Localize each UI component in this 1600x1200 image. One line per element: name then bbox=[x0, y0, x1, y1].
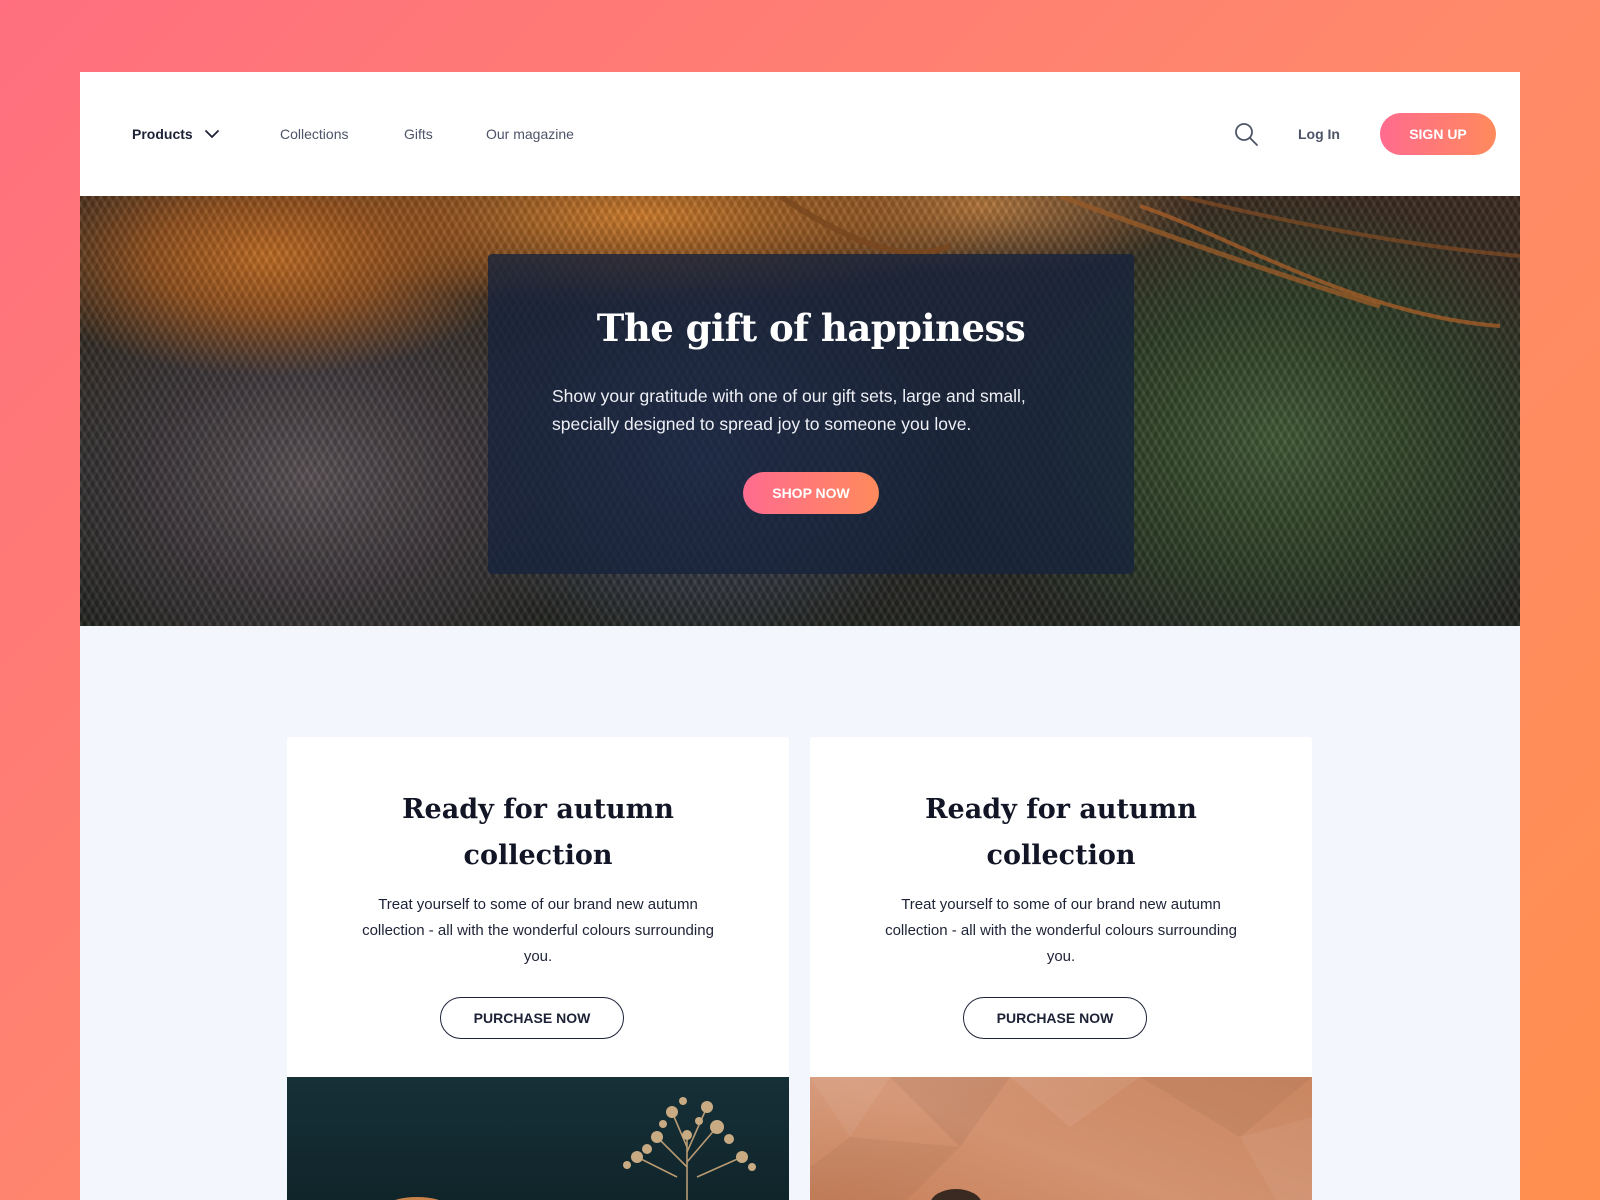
terracotta-wall-illustration bbox=[810, 1077, 1312, 1200]
hero-banner: The gift of happiness Show your gratitud… bbox=[80, 196, 1520, 626]
signup-button[interactable]: SIGN UP bbox=[1380, 113, 1496, 155]
chevron-down-icon bbox=[204, 130, 219, 138]
collection-card: Ready for autumn collection Treat yourse… bbox=[287, 737, 789, 1200]
page-frame: Products Collections Gifts Our magazine … bbox=[80, 72, 1520, 1200]
card-title: Ready for autumn collection bbox=[402, 794, 674, 871]
top-navigation: Products Collections Gifts Our magazine … bbox=[80, 72, 1520, 196]
hero-description: Show your gratitude with one of our gift… bbox=[552, 386, 1026, 434]
nav-products-dropdown[interactable]: Products bbox=[132, 72, 221, 196]
card-description: Treat yourself to some of our brand new … bbox=[885, 896, 1237, 965]
purchase-now-button[interactable]: PURCHASE NOW bbox=[963, 997, 1147, 1039]
hero-title: The gift of happiness bbox=[596, 306, 1026, 350]
card-image-terracotta-wall bbox=[810, 1077, 1312, 1200]
login-link[interactable]: Log In bbox=[1298, 72, 1340, 196]
collection-card: Ready for autumn collection Treat yourse… bbox=[810, 737, 1312, 1200]
card-description: Treat yourself to some of our brand new … bbox=[362, 896, 714, 965]
hero-content-panel: The gift of happiness Show your gratitud… bbox=[488, 254, 1134, 574]
shop-now-button[interactable]: SHOP NOW bbox=[743, 472, 879, 514]
nav-link-our-magazine[interactable]: Our magazine bbox=[486, 72, 574, 196]
search-icon[interactable] bbox=[1232, 120, 1260, 148]
card-image-dried-flowers bbox=[287, 1077, 789, 1200]
dried-flowers-illustration bbox=[395, 1097, 756, 1200]
card-title: Ready for autumn collection bbox=[925, 794, 1197, 871]
nav-link-collections[interactable]: Collections bbox=[280, 72, 348, 196]
nav-link-gifts[interactable]: Gifts bbox=[404, 72, 433, 196]
purchase-now-button[interactable]: PURCHASE NOW bbox=[440, 997, 624, 1039]
nav-products-label: Products bbox=[132, 126, 193, 142]
